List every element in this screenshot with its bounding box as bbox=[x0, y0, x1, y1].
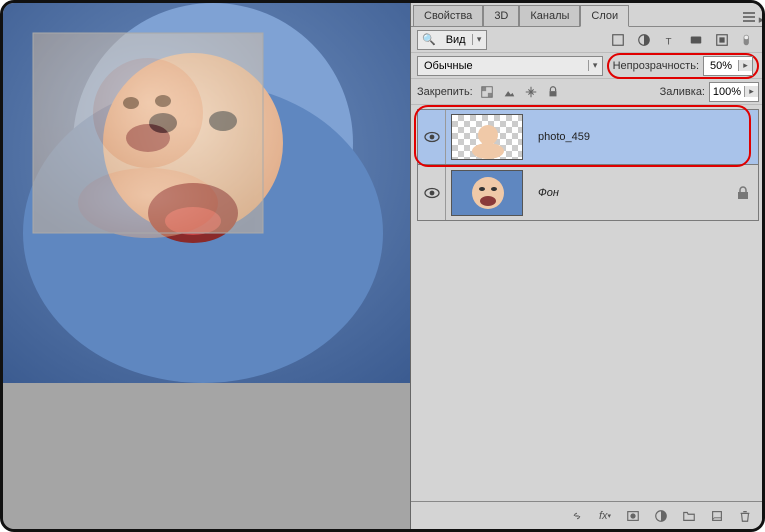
lock-position-icon[interactable] bbox=[521, 83, 541, 101]
fill-value-field[interactable] bbox=[710, 83, 744, 101]
lock-image-icon[interactable] bbox=[499, 83, 519, 101]
layer-name[interactable]: photo_459 bbox=[528, 131, 728, 143]
new-layer-icon[interactable] bbox=[703, 506, 731, 526]
filter-kind-label: Вид bbox=[440, 34, 472, 46]
chevron-down-icon[interactable]: ▾ bbox=[472, 34, 486, 45]
panel-menu-icon[interactable]: ▸ bbox=[741, 11, 765, 26]
svg-text:T: T bbox=[666, 36, 672, 47]
lock-fill-row: Закрепить: Заливка: ▸ bbox=[411, 79, 765, 105]
link-layers-icon[interactable] bbox=[563, 506, 591, 526]
filter-pixel-icon[interactable] bbox=[607, 30, 629, 50]
fill-label: Заливка: bbox=[660, 86, 705, 98]
panel-tabs: Свойства 3D Каналы Слои ▸ bbox=[411, 3, 765, 27]
opacity-highlight: Непрозрачность: ▸ bbox=[607, 53, 759, 79]
new-adjustment-icon[interactable] bbox=[647, 506, 675, 526]
lock-all-icon[interactable] bbox=[543, 83, 563, 101]
add-mask-icon[interactable] bbox=[619, 506, 647, 526]
layers-list: photo_459 Фон bbox=[411, 105, 765, 501]
blend-mode-dropdown[interactable]: Обычные ▾ bbox=[417, 56, 603, 76]
blend-opacity-row: Обычные ▾ Непрозрачность: ▸ bbox=[411, 53, 765, 79]
lock-transparent-icon[interactable] bbox=[477, 83, 497, 101]
layers-panel: Свойства 3D Каналы Слои ▸ 🔍 Вид ▾ T bbox=[410, 3, 765, 529]
layer-filter-row: 🔍 Вид ▾ T bbox=[411, 27, 765, 53]
chevron-down-icon[interactable]: ▸ bbox=[738, 60, 752, 71]
filter-smart-icon[interactable] bbox=[711, 30, 733, 50]
fill-input[interactable]: ▸ bbox=[709, 82, 759, 102]
chevron-down-icon[interactable]: ▾ bbox=[588, 60, 602, 71]
eye-icon bbox=[424, 187, 440, 199]
tab-properties[interactable]: Свойства bbox=[413, 5, 483, 26]
visibility-toggle[interactable] bbox=[418, 110, 446, 164]
filter-kind-dropdown[interactable]: 🔍 Вид ▾ bbox=[417, 30, 487, 50]
document-image bbox=[3, 3, 410, 383]
layer-effects-icon[interactable]: fx▾ bbox=[591, 506, 619, 526]
filter-shape-icon[interactable] bbox=[685, 30, 707, 50]
layer-row[interactable]: photo_459 bbox=[417, 109, 759, 165]
eye-icon bbox=[424, 131, 440, 143]
opacity-label: Непрозрачность: bbox=[613, 60, 699, 72]
canvas-area[interactable] bbox=[3, 3, 410, 529]
lock-label: Закрепить: bbox=[417, 86, 473, 98]
visibility-toggle[interactable] bbox=[418, 165, 446, 220]
new-group-icon[interactable] bbox=[675, 506, 703, 526]
delete-layer-icon[interactable] bbox=[731, 506, 759, 526]
tab-3d[interactable]: 3D bbox=[483, 5, 519, 26]
filter-adjustment-icon[interactable] bbox=[633, 30, 655, 50]
opacity-input[interactable]: ▸ bbox=[703, 56, 753, 76]
filter-type-icon[interactable]: T bbox=[659, 30, 681, 50]
layer-row[interactable]: Фон bbox=[417, 165, 759, 221]
filter-toggle-switch[interactable] bbox=[737, 30, 759, 50]
layer-name[interactable]: Фон bbox=[528, 187, 728, 199]
tab-channels[interactable]: Каналы bbox=[519, 5, 580, 26]
blend-mode-value: Обычные bbox=[418, 60, 588, 72]
chevron-down-icon[interactable]: ▸ bbox=[744, 86, 758, 97]
opacity-value-field[interactable] bbox=[704, 57, 738, 75]
layer-thumbnail[interactable] bbox=[446, 110, 528, 164]
layer-lock-indicator bbox=[728, 186, 758, 200]
lock-icon bbox=[737, 186, 749, 200]
layer-thumbnail[interactable] bbox=[446, 165, 528, 220]
tab-layers[interactable]: Слои bbox=[580, 5, 629, 27]
layers-footer: fx▾ bbox=[411, 501, 765, 529]
